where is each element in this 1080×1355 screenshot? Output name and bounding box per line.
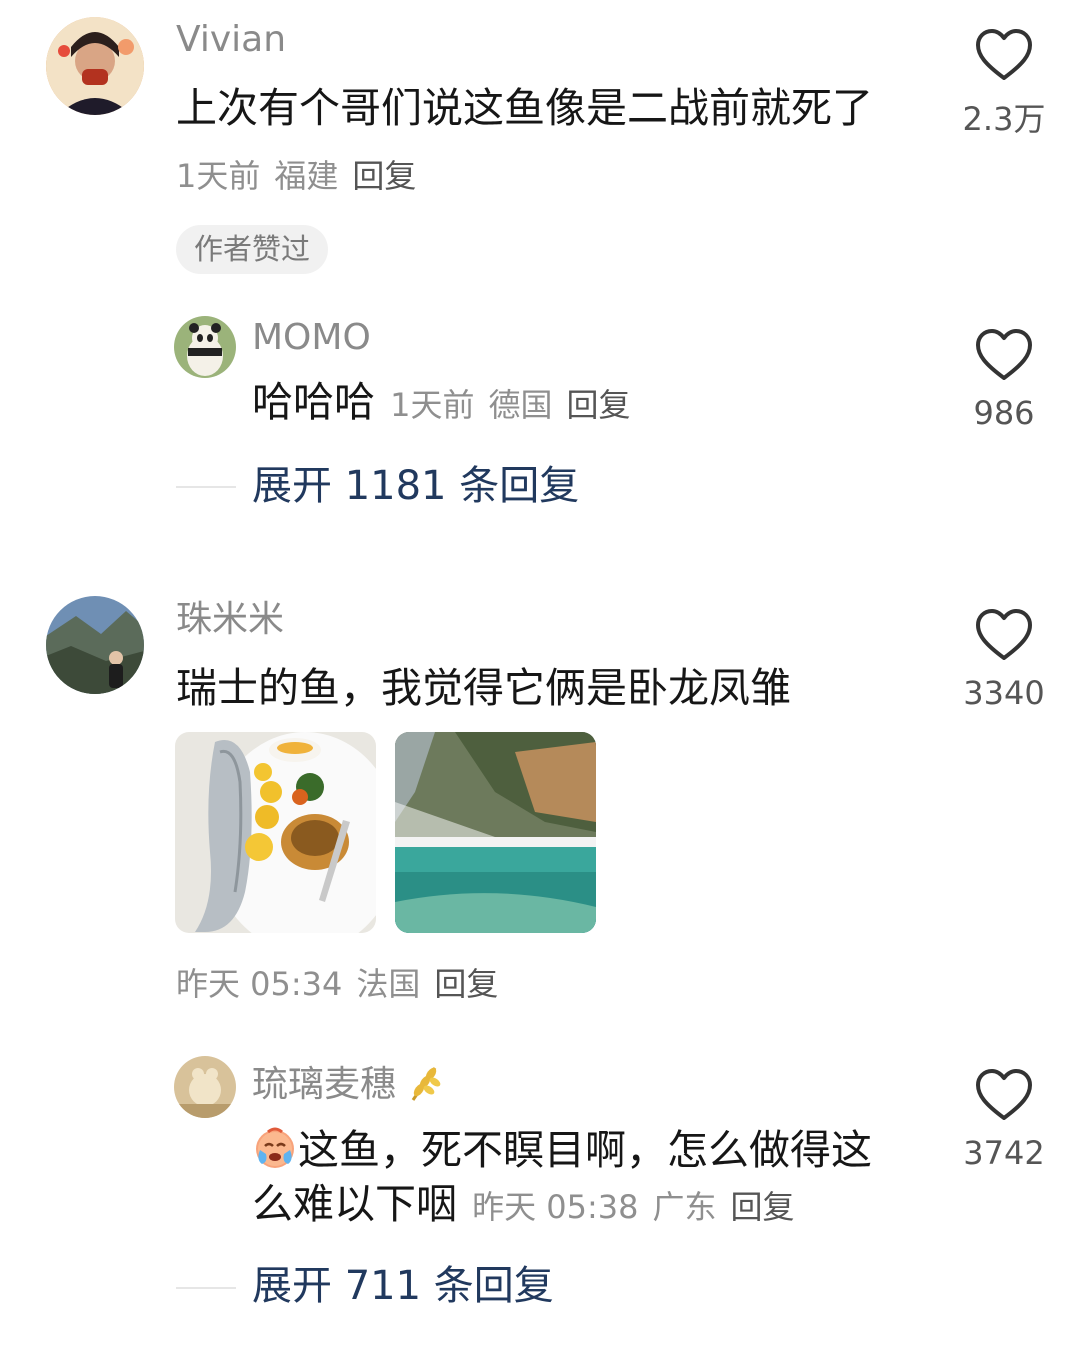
reply-text: 这鱼，死不瞑目啊，怎么做得这 — [298, 1126, 872, 1174]
like-button[interactable]: 2.3万 — [959, 28, 1049, 140]
reply-line: 哈哈哈 1天前 德国 回复 — [252, 382, 631, 423]
reply-button[interactable]: 回复 — [434, 965, 498, 1003]
like-button[interactable]: 3742 — [959, 1068, 1049, 1172]
reply-line: 这鱼，死不瞑目啊，怎么做得这 — [252, 1124, 872, 1171]
like-count: 3340 — [963, 674, 1045, 712]
reply-location: 德国 — [488, 386, 553, 424]
like-button[interactable]: 3340 — [959, 608, 1049, 712]
reply-line: 么难以下咽 昨天 05:38 广东 回复 — [252, 1184, 795, 1225]
username[interactable]: MOMO — [252, 320, 371, 356]
avatar[interactable] — [174, 316, 236, 378]
like-count: 2.3万 — [962, 100, 1046, 138]
reply-button[interactable]: 回复 — [352, 157, 416, 195]
comment-location: 法国 — [356, 965, 421, 1003]
avatar[interactable] — [174, 1056, 236, 1118]
comment-image-lake[interactable] — [395, 732, 596, 933]
reply-time: 昨天 05:38 — [472, 1188, 639, 1226]
comment-text: 瑞士的鱼，我觉得它俩是卧龙凤雏 — [176, 664, 791, 712]
comment-text: 上次有个哥们说这鱼像是二战前就死了 — [176, 84, 873, 132]
wheat-icon — [411, 1067, 441, 1101]
crying-face-icon — [256, 1127, 294, 1168]
reply-button[interactable]: 回复 — [731, 1188, 795, 1226]
heart-icon[interactable] — [975, 1068, 1033, 1122]
comment-time: 1天前 — [176, 157, 261, 195]
comment-location: 福建 — [274, 157, 339, 195]
author-liked-badge: 作者赞过 — [176, 225, 329, 274]
username[interactable]: Vivian — [176, 22, 286, 58]
like-count: 3742 — [963, 1134, 1045, 1172]
username-row: 琉璃麦穗 — [252, 1062, 445, 1103]
avatar[interactable] — [46, 596, 144, 694]
username[interactable]: 琉璃麦穗 — [252, 1064, 396, 1105]
expand-replies-button[interactable]: 展开 711 条回复 — [252, 1266, 554, 1306]
username[interactable]: 珠米米 — [176, 602, 284, 638]
reply-text: 么难以下咽 — [252, 1180, 457, 1228]
heart-icon[interactable] — [975, 608, 1033, 662]
divider — [176, 1287, 236, 1289]
heart-icon[interactable] — [975, 28, 1033, 82]
heart-icon[interactable] — [975, 328, 1033, 382]
divider — [176, 486, 236, 488]
reply-location: 广东 — [652, 1188, 717, 1226]
like-button[interactable]: 986 — [959, 328, 1049, 432]
reply-text: 哈哈哈 — [252, 378, 375, 426]
reply-time: 1天前 — [390, 386, 475, 424]
reply-button[interactable]: 回复 — [566, 386, 630, 424]
like-count: 986 — [973, 394, 1035, 432]
avatar[interactable] — [46, 17, 144, 115]
comment-meta: 1天前 福建 回复 — [176, 160, 416, 192]
expand-replies-button[interactable]: 展开 1181 条回复 — [252, 466, 579, 506]
comment-meta: 昨天 05:34 法国 回复 — [176, 968, 498, 1000]
comment-time: 昨天 05:34 — [176, 965, 343, 1003]
comment-image-fish[interactable] — [175, 732, 376, 933]
